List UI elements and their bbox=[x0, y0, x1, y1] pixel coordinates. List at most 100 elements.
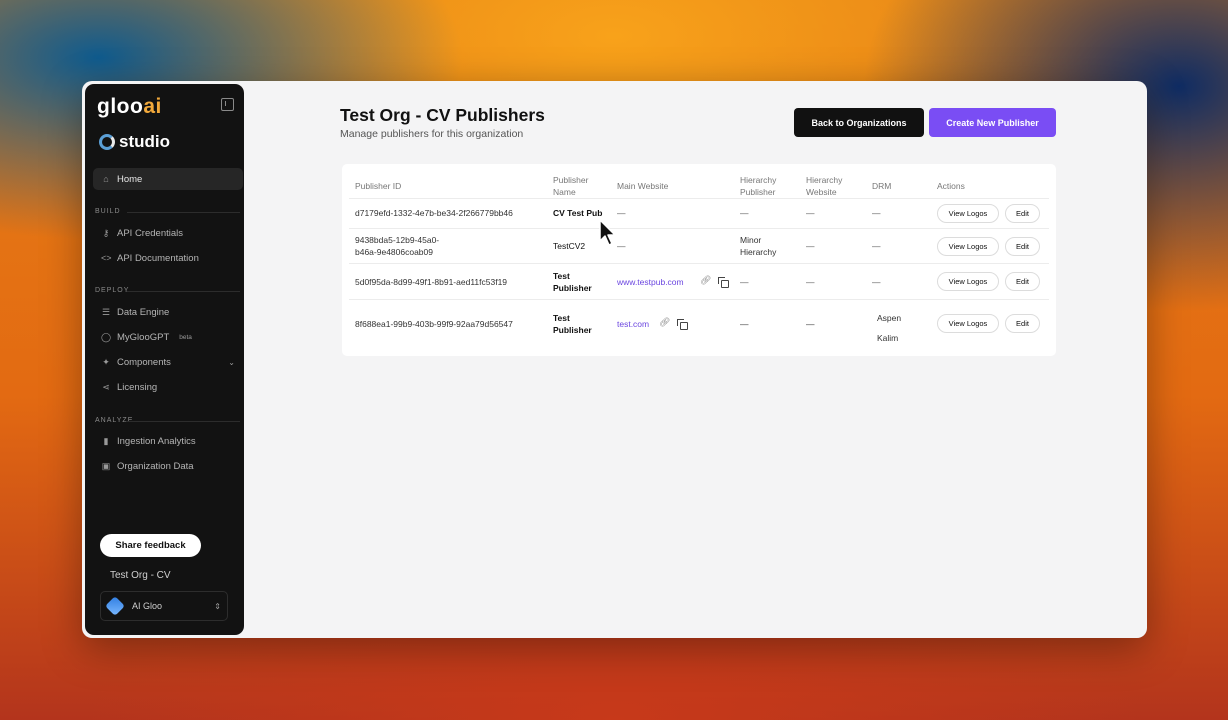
sidebar-item-ingestion-analytics[interactable]: ▮ Ingestion Analytics bbox=[93, 430, 241, 452]
brand-main: gloo bbox=[97, 95, 144, 118]
column-header-drm: DRM bbox=[872, 181, 892, 191]
main-content: Test Org - CV Publishers Manage publishe… bbox=[244, 81, 1147, 638]
building-icon: ▣ bbox=[101, 460, 111, 471]
view-logos-button[interactable]: View Logos bbox=[937, 272, 999, 291]
link-icon[interactable]: 🔗︎ bbox=[659, 317, 670, 328]
drm-line: Kalim bbox=[877, 333, 899, 343]
main-website-link[interactable]: test.com bbox=[617, 318, 649, 330]
sidebar-item-label: Home bbox=[117, 173, 143, 185]
hierarchy-publisher-cell: — bbox=[740, 208, 749, 218]
hierarchy-website-cell: — bbox=[806, 241, 815, 251]
hierarchy-publisher-cell: — bbox=[740, 277, 749, 287]
main-website-link[interactable]: www.testpub.com bbox=[617, 276, 684, 288]
hierarchy-publisher-cell: — bbox=[740, 319, 749, 329]
id-line: b46a-9e4806coab09 bbox=[355, 247, 433, 257]
drm-cell: — bbox=[872, 208, 881, 218]
publisher-id-cell: 8f688ea1-99b9-403b-99f9-92aa79d56547 bbox=[355, 319, 513, 329]
user-switcher[interactable]: AI Gloo ⇕ bbox=[100, 591, 228, 621]
chevron-down-icon: ⌄ bbox=[228, 357, 235, 367]
main-website-cell: — bbox=[617, 208, 626, 218]
publisher-id-cell: d7179efd-1332-4e7b-be34-2f266779bb46 bbox=[355, 208, 513, 218]
database-icon: ☰ bbox=[101, 306, 111, 317]
view-logos-button[interactable]: View Logos bbox=[937, 237, 999, 256]
mouse-cursor-icon bbox=[599, 219, 616, 246]
name-line: Publisher bbox=[553, 283, 592, 293]
sidebar-item-licensing[interactable]: ⋖ Licensing bbox=[93, 376, 241, 398]
publisher-name-cell: Test Publisher bbox=[553, 270, 592, 294]
name-line: Test bbox=[553, 313, 570, 323]
edit-button[interactable]: Edit bbox=[1005, 272, 1040, 291]
drm-cell: Aspen Kalim bbox=[877, 308, 901, 348]
copy-icon[interactable] bbox=[718, 277, 729, 288]
row-divider bbox=[349, 299, 1049, 300]
hierarchy-line: Hierarchy bbox=[740, 247, 777, 257]
sidebar-item-label: Organization Data bbox=[117, 460, 194, 472]
bar-chart-icon: ▮ bbox=[103, 435, 109, 446]
collapse-sidebar-icon[interactable] bbox=[221, 98, 234, 111]
edit-button[interactable]: Edit bbox=[1005, 237, 1040, 256]
sidebar-item-api-credentials[interactable]: ⚷ API Credentials bbox=[93, 222, 241, 244]
sidebar-item-data-engine[interactable]: ☰ Data Engine bbox=[93, 301, 241, 323]
sidebar-item-components[interactable]: ✦ Components ⌄ bbox=[93, 351, 241, 373]
drm-line: Aspen bbox=[877, 313, 902, 323]
link-icon[interactable]: 🔗︎ bbox=[700, 275, 711, 286]
home-icon: ⌂ bbox=[103, 174, 109, 184]
section-deploy: DEPLOY bbox=[95, 287, 130, 294]
back-to-organizations-button[interactable]: Back to Organizations bbox=[794, 108, 924, 137]
share-feedback-button[interactable]: Share feedback bbox=[100, 534, 201, 557]
hierarchy-publisher-cell: Minor Hierarchy bbox=[740, 234, 776, 258]
studio-mark-icon bbox=[99, 134, 115, 150]
beta-tag: beta bbox=[179, 333, 192, 341]
hierarchy-line: Minor bbox=[740, 235, 762, 245]
row-divider bbox=[349, 198, 1049, 199]
column-header-line: Website bbox=[806, 187, 837, 197]
view-logos-button[interactable]: View Logos bbox=[937, 314, 999, 333]
divider bbox=[127, 421, 240, 422]
copy-icon[interactable] bbox=[677, 319, 688, 330]
key-icon: ⚷ bbox=[102, 227, 110, 238]
brand-logo: glooai bbox=[97, 95, 162, 119]
column-header-hierarchy-website: Hierarchy Website bbox=[806, 174, 842, 198]
code-icon: <> bbox=[101, 253, 112, 263]
publisher-name-cell: Test Publisher bbox=[553, 312, 592, 336]
chevron-updown-icon: ⇕ bbox=[214, 601, 221, 611]
app-window: glooai studio ⌂ Home BUILD ⚷ API Credent… bbox=[82, 81, 1147, 638]
page-subtitle: Manage publishers for this organization bbox=[340, 128, 524, 140]
sidebar-item-label: Components bbox=[117, 356, 171, 368]
share-icon: ⋖ bbox=[102, 381, 110, 392]
sidebar: glooai studio ⌂ Home BUILD ⚷ API Credent… bbox=[85, 84, 244, 635]
sidebar-item-mygloogpt[interactable]: ◯ MyGlooGPT beta bbox=[93, 326, 241, 348]
avatar bbox=[105, 596, 125, 616]
column-header-line: Hierarchy bbox=[806, 175, 843, 185]
current-org-name: Test Org - CV bbox=[110, 570, 171, 581]
column-header-line: Publisher bbox=[740, 187, 776, 197]
user-name: AI Gloo bbox=[132, 601, 163, 611]
publisher-name-cell: CV Test Pub bbox=[553, 208, 603, 218]
publisher-id-cell: 5d0f95da-8d99-49f1-8b91-aed11fc53f19 bbox=[355, 277, 508, 287]
id-line: 9438bda5-12b9-45a0- bbox=[355, 235, 440, 245]
studio-logo: studio bbox=[99, 132, 170, 152]
name-line: Publisher bbox=[553, 325, 592, 335]
components-icon: ✦ bbox=[102, 356, 110, 367]
publisher-id-cell: 9438bda5-12b9-45a0- b46a-9e4806coab09 bbox=[355, 234, 439, 258]
sidebar-item-organization-data[interactable]: ▣ Organization Data bbox=[93, 455, 241, 477]
sidebar-item-home[interactable]: ⌂ Home bbox=[93, 168, 243, 190]
section-build: BUILD bbox=[95, 208, 121, 215]
publishers-table: Publisher ID Publisher Name Main Website … bbox=[342, 164, 1056, 356]
sidebar-item-api-documentation[interactable]: <> API Documentation bbox=[93, 247, 241, 269]
edit-button[interactable]: Edit bbox=[1005, 314, 1040, 333]
divider bbox=[127, 291, 240, 292]
brand-accent: ai bbox=[143, 95, 162, 118]
page-title: Test Org - CV Publishers bbox=[340, 105, 545, 125]
drm-cell: — bbox=[872, 241, 881, 251]
publisher-name-cell: TestCV2 bbox=[553, 241, 586, 251]
hierarchy-website-cell: — bbox=[806, 319, 815, 329]
create-new-publisher-button[interactable]: Create New Publisher bbox=[929, 108, 1056, 137]
hierarchy-website-cell: — bbox=[806, 208, 815, 218]
drm-cell: — bbox=[872, 277, 881, 287]
column-header-line: Publisher bbox=[553, 175, 589, 185]
view-logos-button[interactable]: View Logos bbox=[937, 204, 999, 223]
studio-label: studio bbox=[119, 132, 170, 151]
edit-button[interactable]: Edit bbox=[1005, 204, 1040, 223]
row-divider bbox=[349, 263, 1049, 264]
